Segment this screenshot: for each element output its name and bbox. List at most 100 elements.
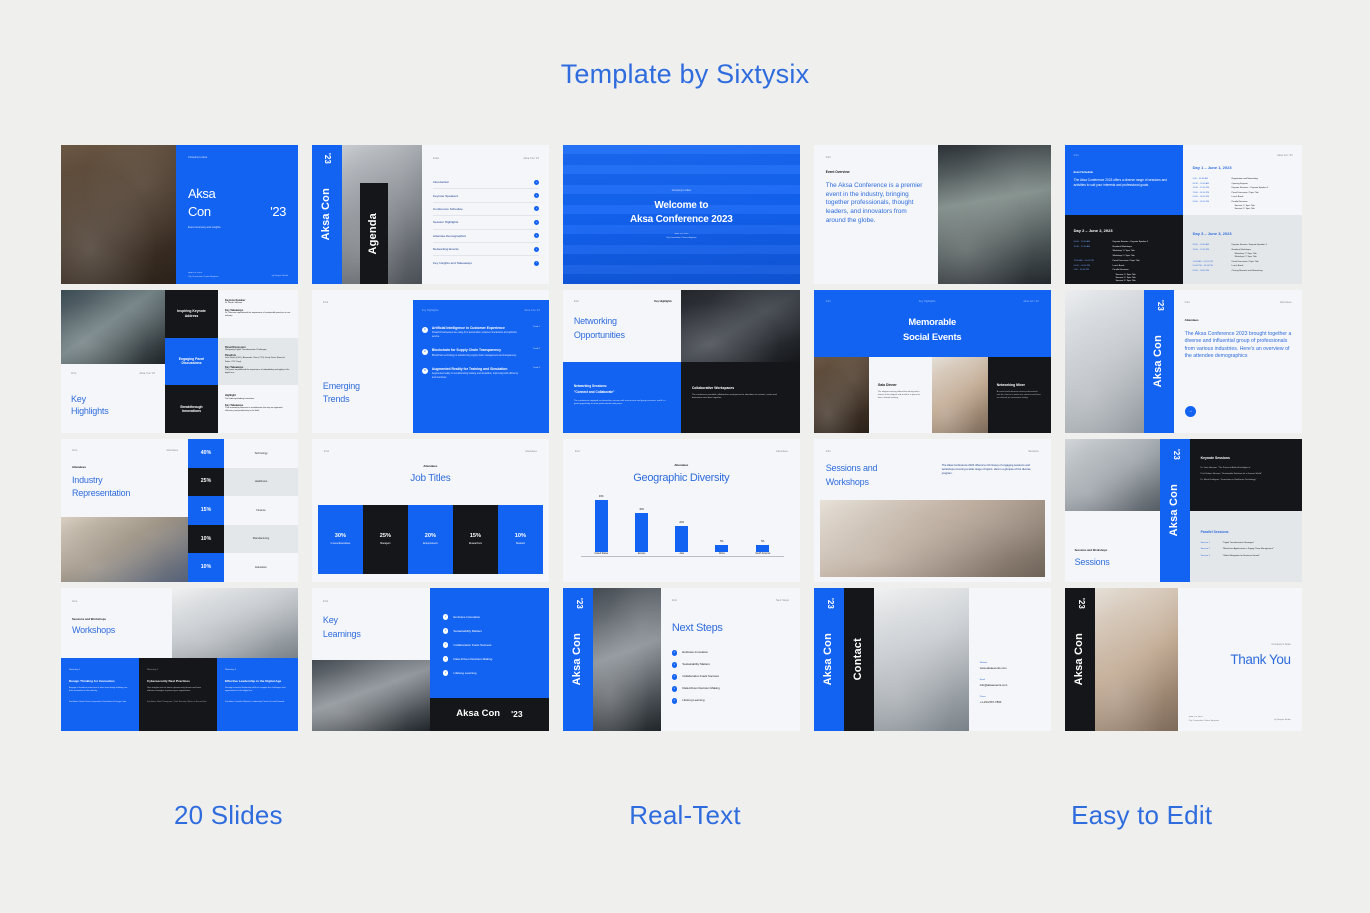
chevron-right-icon[interactable]: ›	[533, 260, 539, 266]
workshop-card-1[interactable]: Workshop 1 Design Thinking for Innovatio…	[61, 658, 139, 731]
nextstep-item: ✓ Sustainability Matters	[671, 661, 710, 668]
slide-thumb-event-overview[interactable]: Intro Event Overview The Aksa Conference…	[813, 145, 1058, 284]
agenda-item[interactable]: Conference Schedule ›	[432, 203, 539, 217]
slide-thumb-sessions[interactable]: Sessions and Workshops Sessions Aksa Con…	[1064, 439, 1309, 582]
contact-label: Website	[979, 662, 988, 664]
slide-thumb-workshops[interactable]: Intro Sessions and Workshops Workshops W…	[61, 588, 305, 731]
chevron-right-icon[interactable]: ›	[533, 193, 539, 199]
agenda-item[interactable]: Session Highlights ›	[432, 216, 539, 230]
schedule-intro-body: The Aksa Conference 2023 offers a divers…	[1073, 178, 1167, 187]
highlights-tile-2[interactable]: Engaging Panel Discussions	[165, 337, 218, 386]
contact-value[interactable]: +1-234-567-7890	[980, 700, 1008, 705]
jobtitle-label: Students	[515, 542, 525, 545]
geo-header-right: Attendees	[776, 450, 788, 453]
cover-eyebrow: Company's Aksa	[188, 156, 208, 159]
workshops-eyebrow: Intro	[72, 600, 78, 603]
overview-kicker: Event Overview	[825, 170, 850, 174]
schedule-eyebrow: Intro	[1073, 154, 1079, 157]
agenda-item[interactable]: Introduction ›	[432, 176, 539, 190]
slide-thumb-welcome[interactable]: Company's Aksa Welcome to Aksa Conferenc…	[562, 145, 807, 284]
contact-fields-panel: Website www.aksaevents.com Email info@ak…	[968, 588, 1051, 731]
highlights-tile-3[interactable]: Breakthrough Innovations	[165, 385, 218, 433]
chevron-right-icon[interactable]: ›	[533, 219, 539, 225]
schedule-day1-rows: 9:00 – 09:30 AM Registration and Networki…	[1192, 178, 1269, 211]
jobtitle-value: 20%	[424, 533, 436, 540]
geo-bar-col: 30% Europe	[635, 509, 649, 556]
geo-bar-col: 20% Asia	[675, 522, 689, 556]
sw-photo	[819, 500, 1045, 577]
networking-title-panel: Intro Key Highlights Networking Opportun…	[562, 290, 681, 362]
agenda-item[interactable]: Keynote Speakers ›	[432, 189, 539, 203]
stat-value: 10%	[188, 524, 224, 554]
slide-thumb-emerging-trends[interactable]: Intro Emerging Trends Key Highlights Aks…	[311, 290, 556, 433]
agenda-item[interactable]: Networking Events ›	[432, 243, 539, 257]
slide-thumb-geographic-diversity[interactable]: Intro Attendees Attendees Geographic Div…	[562, 439, 807, 582]
trend-item[interactable]: 1 Artificial Intelligence in Customer Ex…	[421, 326, 540, 339]
trend-item[interactable]: 3 Augmented Reality for Training and Sim…	[421, 367, 540, 380]
slide-thumb-job-titles[interactable]: Intro Attendees Attendees Job Titles 30%…	[311, 439, 556, 582]
cover-photo	[61, 145, 176, 284]
sessions-keynotes-panel: Keynote Sessions Dr. Jane Harrison: "The…	[1189, 439, 1302, 511]
workshop-card-3[interactable]: Workshop 3 Effective Leadership in the D…	[217, 658, 298, 731]
slide-thumb-agenda[interactable]: Aksa Con '23 Agenda Index Aksa Con '23 I…	[311, 145, 556, 284]
check-icon: ✓	[442, 642, 449, 648]
workshop-card-2[interactable]: Workshop 2 Cybersecurity Best Practices …	[139, 658, 217, 731]
social-title-1: Memorable	[908, 316, 957, 327]
slide-grid: Company's Aksa Aksa Con '23 Event summar…	[61, 145, 1309, 737]
nextsteps-photo	[592, 588, 661, 731]
sw-title-1: Sessions and	[825, 463, 878, 473]
cover-title-2: Con	[188, 204, 211, 219]
slide-thumb-cover[interactable]: Company's Aksa Aksa Con '23 Event summar…	[61, 145, 305, 284]
agenda-header-left: Index	[432, 157, 440, 160]
slide-thumb-next-steps[interactable]: Aksa Con '23 Intro Next Steps Next Steps…	[562, 588, 807, 731]
jobtitle-label: Researchers	[468, 542, 482, 545]
slide-thumb-attendees-intro[interactable]: Aksa Con '23 Intro Attendees Attendees T…	[1064, 290, 1309, 433]
chevron-right-icon[interactable]: ›	[533, 206, 539, 212]
networking-blue-kicker: Networking Sessions:	[573, 384, 608, 388]
chevron-right-icon[interactable]: ›	[533, 246, 539, 252]
nextsteps-brand-bar: Aksa Con '23	[562, 588, 593, 731]
contact-value[interactable]: www.aksaevents.com	[980, 666, 1008, 671]
stat-label: Healthcare	[224, 467, 298, 497]
thanks-brand-text: Aksa Con	[1073, 633, 1086, 686]
contact-title-bar: Contact	[843, 588, 874, 731]
chart-axis	[580, 556, 784, 557]
overview-body: The Aksa Conference is a premier event i…	[825, 182, 923, 224]
social-photo-2	[931, 357, 988, 433]
chevron-right-icon[interactable]: ›	[533, 179, 539, 185]
social-header-right: Aksa Con '23	[1023, 300, 1039, 303]
slide-thumb-industry-representation[interactable]: Intro Attendees Attendees Industry Repre…	[61, 439, 305, 582]
bar-value: 5%	[761, 540, 765, 543]
contact-label: Phone	[979, 695, 986, 698]
slide-thumb-contact[interactable]: Aksa Con '23 Contact Website www.aksaeve…	[813, 588, 1058, 731]
slide-thumb-sessions-workshops[interactable]: Intro Sessions Sessions and Workshops Th…	[813, 439, 1058, 582]
sessions-photo	[1064, 439, 1160, 511]
attendees-body: The Aksa Conference 2023 brought togethe…	[1184, 331, 1292, 359]
keynote-item: Dr. Jane Harrison: "The Future of Artifi…	[1200, 466, 1251, 469]
nextstep-item: ✓ Collaboration Fuels Success	[671, 673, 719, 680]
attendees-year-text: '23	[1155, 299, 1165, 311]
slide-thumb-social-events[interactable]: Intro Key Highlights Aksa Con '23 Memora…	[813, 290, 1058, 433]
contact-value[interactable]: info@aksaevents.com	[980, 683, 1008, 688]
slide-thumb-key-learnings[interactable]: Intro Key Learnings ✓ Embrace Innovation…	[311, 588, 556, 731]
slide-thumb-networking[interactable]: Intro Key Highlights Networking Opportun…	[562, 290, 807, 433]
attendees-text-panel: Intro Attendees Attendees The Aksa Confe…	[1173, 290, 1302, 433]
trend-item[interactable]: 2 Blockchain for Supply Chain Transparen…	[421, 348, 540, 358]
highlights-tile-1[interactable]: Inspiring Keynote Address	[165, 290, 218, 338]
slide-thumb-thank-you[interactable]: Aksa Con '23 Company's Aksa Thank You Ju…	[1064, 588, 1309, 731]
highlights-title-2: Highlights	[71, 406, 109, 416]
industry-header-right: Attendees	[166, 449, 178, 452]
arrow-right-icon[interactable]: →	[1184, 406, 1196, 417]
social-title-2: Social Events	[903, 331, 962, 342]
agenda-item[interactable]: Key Insights and Takeaways ›	[433, 256, 539, 269]
parallel-session-row: Session 2 "Blockchain Applications in Su…	[1200, 548, 1274, 551]
agenda-item[interactable]: Attendee Demographics ›	[432, 230, 539, 243]
social-eyebrow: Intro	[825, 300, 832, 303]
slide-thumb-schedule[interactable]: Intro Event Schedule The Aksa Conference…	[1064, 145, 1309, 284]
welcome-slide: Company's Aksa Welcome to Aksa Conferenc…	[562, 145, 800, 284]
trends-title-1: Emerging	[322, 381, 360, 391]
slide-thumb-key-highlights[interactable]: Intro Aksa Con '23 Key Highlights Inspir…	[61, 290, 305, 433]
networking-dark-card: Collaborative Workspaces The conference …	[680, 362, 800, 433]
chevron-right-icon[interactable]: ›	[533, 233, 539, 239]
jobtitles-header-right: Attendees	[525, 450, 537, 453]
